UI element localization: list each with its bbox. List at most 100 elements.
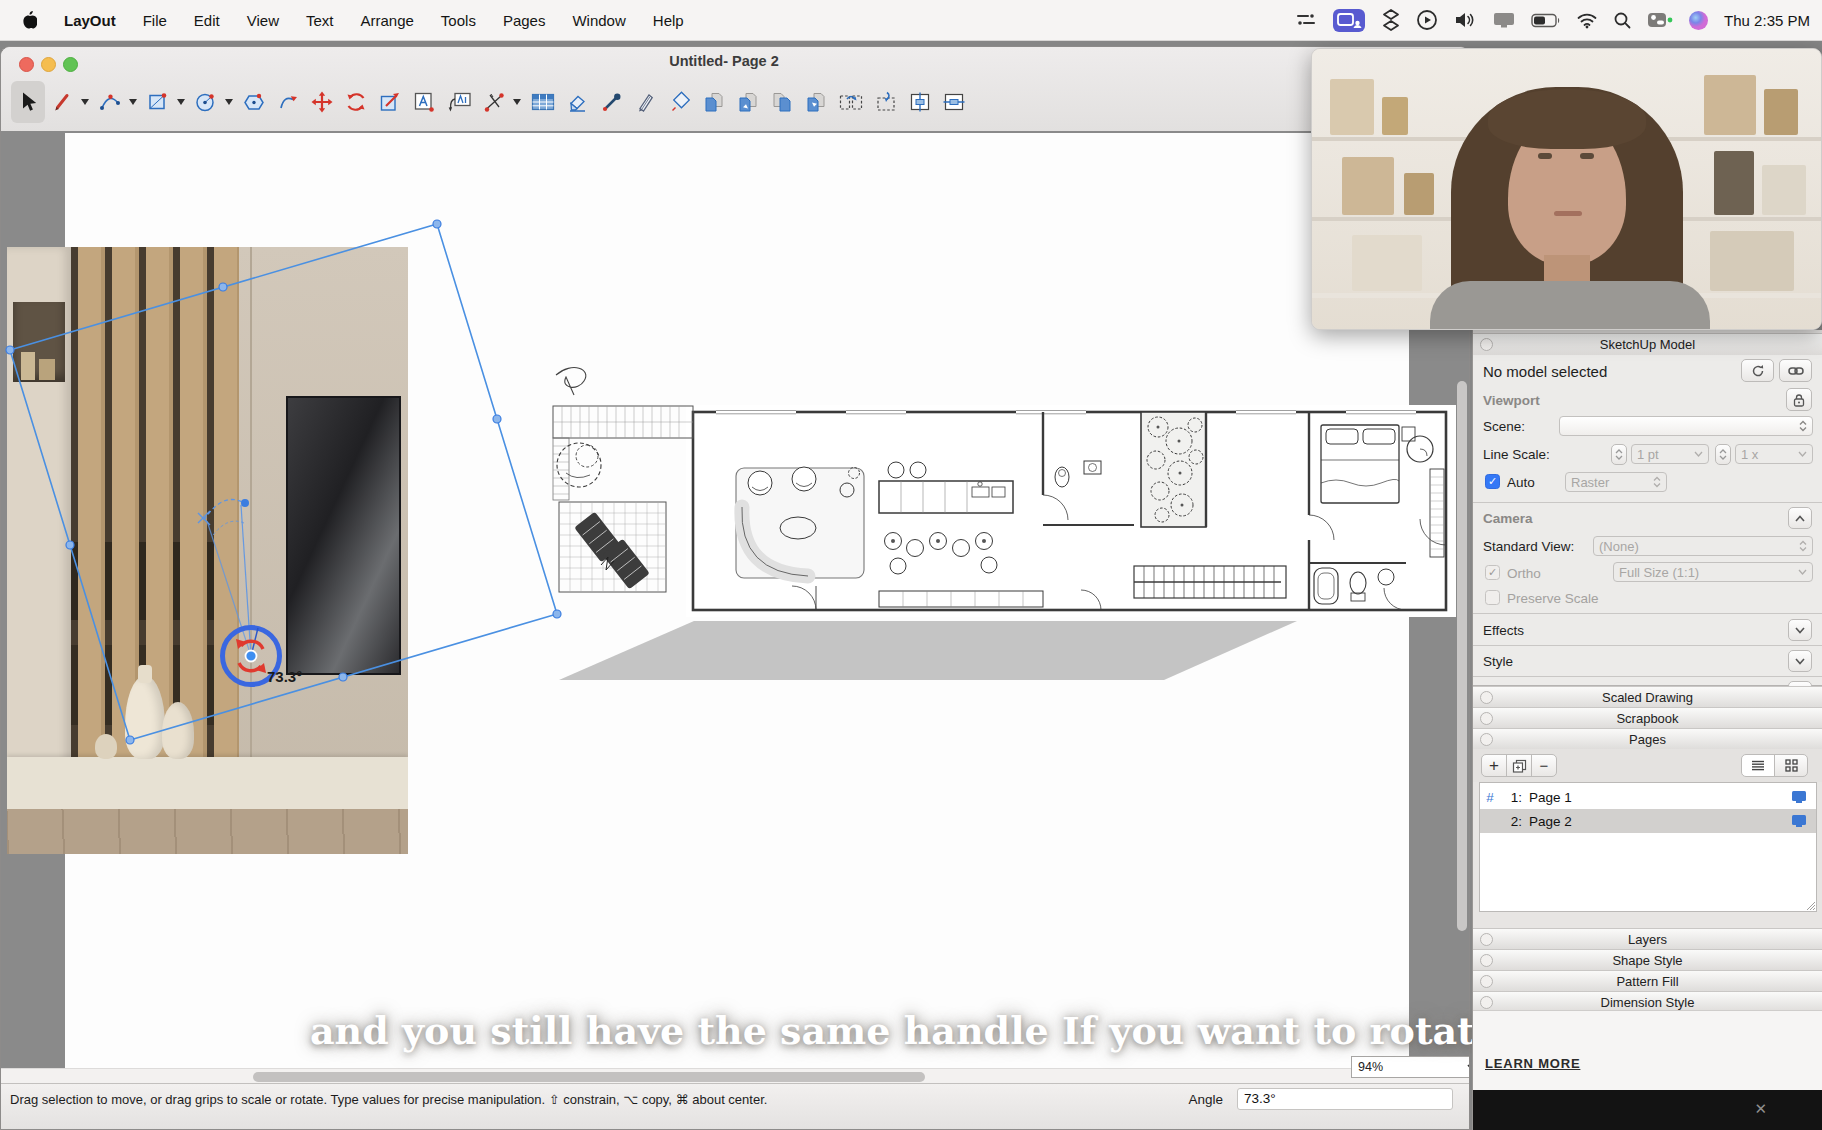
paste-doc-tool[interactable] <box>731 81 765 123</box>
panel-scaled-drawing[interactable]: Scaled Drawing <box>1473 686 1822 709</box>
vertical-scrollbar[interactable] <box>1457 381 1467 931</box>
duplicate-page-button[interactable] <box>1506 754 1532 777</box>
camera-collapse-button[interactable] <box>1788 507 1812 529</box>
drawing-canvas[interactable]: 73.3° 94% Drag selection to move, or dra… <box>1 131 1470 1130</box>
selection-handles[interactable] <box>6 220 561 744</box>
label-tool[interactable] <box>441 81 477 123</box>
panel-knob-icon[interactable] <box>1480 338 1493 351</box>
close-icon[interactable]: ✕ <box>1754 1100 1767 1118</box>
style-expand-button[interactable] <box>1788 650 1812 672</box>
panel-knob-icon[interactable] <box>1480 933 1493 946</box>
polygon-tool[interactable] <box>237 81 271 123</box>
delete-page-button[interactable]: − <box>1531 754 1557 777</box>
menu-edit[interactable]: Edit <box>194 12 220 29</box>
dimension-tool-caret[interactable] <box>513 99 521 105</box>
horizontal-scrollbar[interactable] <box>1 1068 1470 1084</box>
learn-more-link[interactable]: LEARN MORE <box>1485 1056 1580 1071</box>
menu-view[interactable]: View <box>247 12 279 29</box>
circle-tool-caret[interactable] <box>225 99 233 105</box>
menu-file[interactable]: File <box>143 12 167 29</box>
copy-doc-tool[interactable] <box>697 81 731 123</box>
play-status-icon[interactable] <box>1416 9 1438 31</box>
dimension-tool[interactable] <box>477 81 511 123</box>
panel-knob-icon[interactable] <box>1480 691 1493 704</box>
toggles-status-icon[interactable] <box>1647 11 1673 29</box>
arrange-backward-tool[interactable] <box>765 81 799 123</box>
siri-icon[interactable] <box>1688 10 1709 31</box>
add-page-button[interactable]: + <box>1481 754 1507 777</box>
webcam-overlay[interactable] <box>1311 48 1822 330</box>
panel-pattern-fill[interactable]: Pattern Fill <box>1473 970 1822 993</box>
menu-text[interactable]: Text <box>306 12 334 29</box>
scale-tool[interactable] <box>373 81 407 123</box>
list-view-toggle[interactable] <box>1741 754 1775 777</box>
center-vertical-tool[interactable] <box>937 81 971 123</box>
menu-arrange[interactable]: Arrange <box>360 12 413 29</box>
line-scale-x-stepper[interactable] <box>1715 444 1731 465</box>
panel-pages[interactable]: Pages <box>1473 728 1822 751</box>
table-tool[interactable] <box>525 81 561 123</box>
freehand-arc-tool[interactable] <box>271 81 305 123</box>
arc-tool[interactable] <box>93 81 127 123</box>
page-row-1[interactable]: # 1: Page 1 <box>1480 785 1816 809</box>
text-tool[interactable] <box>407 81 441 123</box>
menu-app[interactable]: LayOut <box>64 12 116 29</box>
menubar-clock[interactable]: Thu 2:35 PM <box>1724 12 1810 29</box>
selection-bounds[interactable] <box>10 224 557 740</box>
panel-knob-icon[interactable] <box>1480 712 1493 725</box>
line-tool-caret[interactable] <box>81 99 89 105</box>
center-horizontal-tool[interactable] <box>903 81 937 123</box>
refresh-model-button[interactable] <box>1741 359 1774 382</box>
circle-tool[interactable] <box>189 81 223 123</box>
panel-knob-icon[interactable] <box>1480 996 1493 1009</box>
control-strip-icon[interactable] <box>1295 11 1317 29</box>
link-model-button[interactable] <box>1779 359 1812 382</box>
rotate-tool[interactable] <box>339 81 373 123</box>
arc-tool-caret[interactable] <box>129 99 137 105</box>
horizontal-scroll-thumb[interactable] <box>253 1072 925 1082</box>
grid-view-toggle[interactable] <box>1774 754 1808 777</box>
menu-help[interactable]: Help <box>653 12 684 29</box>
menu-tools[interactable]: Tools <box>441 12 476 29</box>
panel-scrapbook[interactable]: Scrapbook <box>1473 707 1822 730</box>
sketchup-status-icon[interactable] <box>1381 8 1401 32</box>
page-row-2[interactable]: 2: Page 2 <box>1480 809 1816 833</box>
eraser-tool[interactable] <box>561 81 595 123</box>
title-bar[interactable]: Untitled- Page 2 <box>1 47 1469 132</box>
split-tool[interactable] <box>833 81 869 123</box>
panel-knob-icon[interactable] <box>1480 975 1493 988</box>
zoom-level-select[interactable]: 94% <box>1351 1056 1470 1078</box>
select-tool[interactable] <box>11 81 45 123</box>
panel-knob-icon[interactable] <box>1480 954 1493 967</box>
spotlight-search-icon[interactable] <box>1613 11 1632 30</box>
scene-select[interactable] <box>1559 416 1813 436</box>
volume-icon[interactable] <box>1453 10 1477 30</box>
page-onscreen-icon[interactable] <box>1791 790 1807 804</box>
glue-tool[interactable] <box>663 81 697 123</box>
panel-knob-icon[interactable] <box>1480 733 1493 746</box>
apple-icon[interactable] <box>20 10 37 30</box>
line-tool[interactable] <box>45 81 79 123</box>
line-scale-stepper[interactable] <box>1611 444 1627 465</box>
auto-checkbox[interactable]: ✓ <box>1485 474 1500 489</box>
rectangle-tool-caret[interactable] <box>177 99 185 105</box>
angle-input[interactable]: 73.3° <box>1237 1088 1453 1110</box>
viewport-lock-button[interactable] <box>1786 388 1812 411</box>
panel-sketchup-model[interactable]: SketchUp Model <box>1473 333 1822 356</box>
pen-tool[interactable] <box>629 81 663 123</box>
screen-share-icon[interactable] <box>1332 8 1366 33</box>
arrange-forward-tool[interactable] <box>799 81 833 123</box>
panel-shape-style[interactable]: Shape Style <box>1473 949 1822 972</box>
menu-window[interactable]: Window <box>572 12 625 29</box>
display-icon[interactable] <box>1492 10 1516 30</box>
effects-expand-button[interactable] <box>1788 619 1812 641</box>
menu-pages[interactable]: Pages <box>503 12 546 29</box>
page-onscreen-icon[interactable] <box>1791 814 1807 828</box>
join-tool[interactable] <box>869 81 903 123</box>
panel-layers[interactable]: Layers <box>1473 928 1822 951</box>
move-tool[interactable] <box>305 81 339 123</box>
pages-resize-grip[interactable] <box>1805 900 1816 911</box>
rectangle-tool[interactable] <box>141 81 175 123</box>
eyedropper-tool[interactable] <box>595 81 629 123</box>
wifi-icon[interactable] <box>1576 12 1598 29</box>
